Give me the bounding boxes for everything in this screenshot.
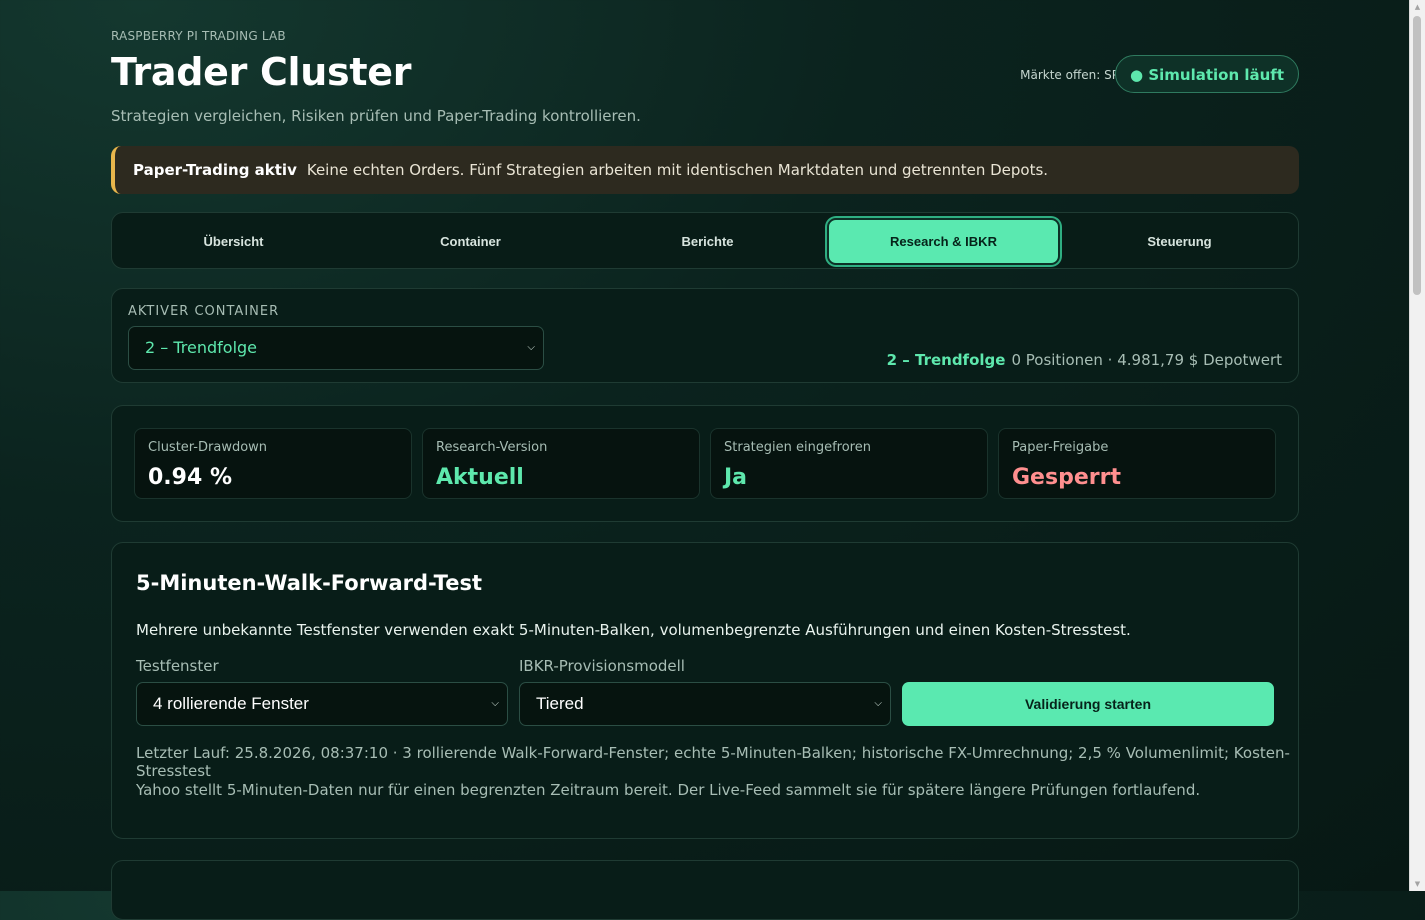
vertical-scrollbar[interactable]: ▲ ▼ xyxy=(1409,0,1425,891)
chevron-down-icon: ⌵ xyxy=(491,698,499,709)
walk-forward-title: 5-Minuten-Walk-Forward-Test xyxy=(136,571,482,595)
tab-research-ibkr[interactable]: Research & IBKR xyxy=(827,218,1060,265)
metric-label: Cluster-Drawdown xyxy=(148,440,268,455)
app-eyebrow: RASPBERRY PI TRADING LAB xyxy=(111,29,286,43)
container-status-name: 2 – Trendfolge xyxy=(886,351,1006,369)
last-run-info: Letzter Lauf: 25.8.2026, 08:37:10 · 3 ro… xyxy=(136,744,1290,780)
active-container-card: AKTIVER CONTAINER 2 – Trendfolge ⌵ 2 – T… xyxy=(111,288,1299,383)
data-availability-note: Yahoo stellt 5-Minuten-Daten nur für ein… xyxy=(136,781,1201,799)
metric-strategies-frozen: Strategien eingefroren Ja xyxy=(710,428,988,499)
commission-model-value: Tiered xyxy=(536,694,584,713)
simulation-status-badge: ● Simulation läuft xyxy=(1115,55,1299,93)
metric-value: Ja xyxy=(724,465,748,490)
metric-label: Research-Version xyxy=(436,440,548,455)
commission-model-select[interactable]: Tiered ⌵ xyxy=(519,682,891,726)
tab-bar: Übersicht Container Berichte Research & … xyxy=(111,212,1299,269)
scroll-down-arrow-icon[interactable]: ▼ xyxy=(1410,877,1425,891)
metric-paper-release: Paper-Freigabe Gesperrt xyxy=(998,428,1276,499)
metric-value: Aktuell xyxy=(436,465,524,490)
commission-model-label: IBKR-Provisionsmodell xyxy=(519,657,685,675)
page-subtitle: Strategien vergleichen, Risiken prüfen u… xyxy=(111,107,641,125)
test-window-value: 4 rollierende Fenster xyxy=(153,694,309,713)
tab-berichte[interactable]: Berichte xyxy=(591,218,824,265)
tab-container[interactable]: Container xyxy=(354,218,587,265)
active-container-label: AKTIVER CONTAINER xyxy=(128,304,280,319)
metric-value: Gesperrt xyxy=(1012,465,1121,490)
chevron-down-icon: ⌵ xyxy=(527,342,535,353)
tab-uebersicht[interactable]: Übersicht xyxy=(117,218,350,265)
container-select[interactable]: 2 – Trendfolge ⌵ xyxy=(128,326,544,370)
banner-text: Keine echten Orders. Fünf Strategien arb… xyxy=(306,161,1049,179)
tab-steuerung[interactable]: Steuerung xyxy=(1063,218,1296,265)
metric-label: Strategien eingefroren xyxy=(724,440,871,455)
market-status: Märkte offen: SPY xyxy=(1020,68,1126,82)
next-section-card xyxy=(111,860,1299,920)
chevron-down-icon: ⌵ xyxy=(874,698,882,709)
container-select-value: 2 – Trendfolge xyxy=(145,338,258,357)
walk-forward-description: Mehrere unbekannte Testfenster verwenden… xyxy=(136,621,1131,639)
start-validation-button[interactable]: Validierung starten xyxy=(902,682,1274,726)
metric-research-version: Research-Version Aktuell xyxy=(422,428,700,499)
container-status-text: 0 Positionen · 4.981,79 $ Depotwert xyxy=(1011,351,1282,369)
scroll-up-arrow-icon[interactable]: ▲ xyxy=(1410,0,1425,14)
metric-cluster-drawdown: Cluster-Drawdown 0.94 % xyxy=(134,428,412,499)
container-status: 2 – Trendfolge 0 Positionen · 4.981,79 $ … xyxy=(887,351,1282,369)
test-window-label: Testfenster xyxy=(136,657,219,675)
paper-trading-banner: Paper-Trading aktiv Keine echten Orders. … xyxy=(111,146,1299,194)
metric-value: 0.94 % xyxy=(148,465,232,490)
test-window-select[interactable]: 4 rollierende Fenster ⌵ xyxy=(136,682,508,726)
metric-label: Paper-Freigabe xyxy=(1012,440,1109,455)
page-title: Trader Cluster xyxy=(111,50,412,94)
metrics-card: Cluster-Drawdown 0.94 % Research-Version… xyxy=(111,405,1299,522)
walk-forward-card: 5-Minuten-Walk-Forward-Test Mehrere unbe… xyxy=(111,542,1299,839)
banner-label: Paper-Trading aktiv xyxy=(133,161,297,179)
scrollbar-thumb[interactable] xyxy=(1413,16,1421,295)
